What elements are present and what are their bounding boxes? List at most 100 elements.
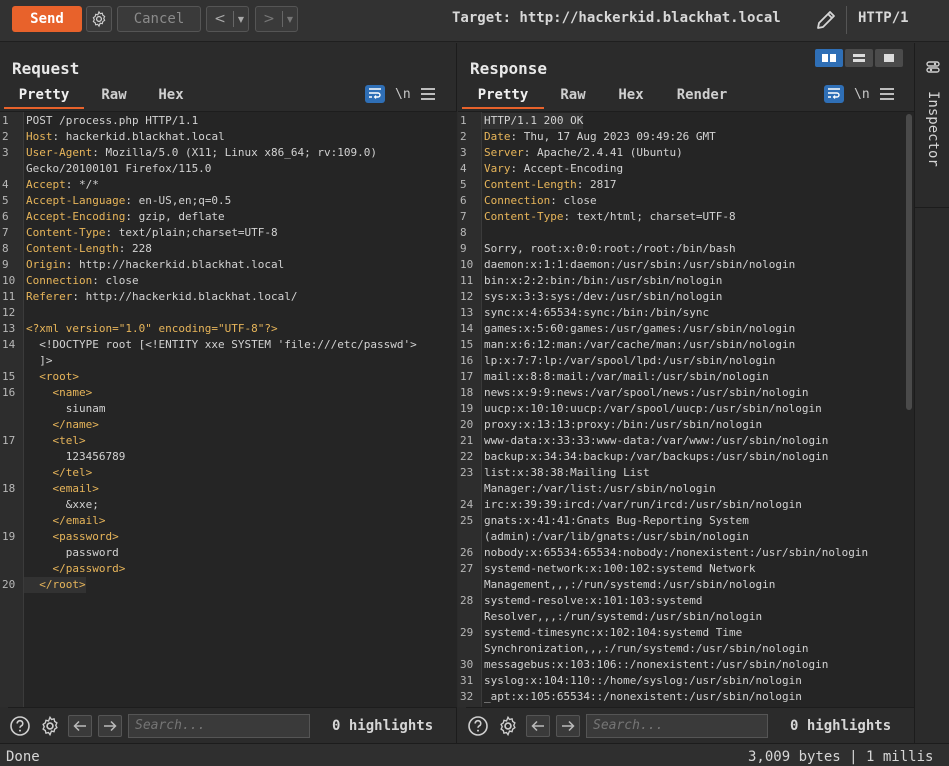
code-line: 123456789 (0, 449, 457, 465)
search-input[interactable] (128, 713, 310, 738)
line-value: <name> (26, 386, 93, 399)
line-text: uucp:x:10:10:uucp:/var/spool/uucp:/usr/s… (482, 401, 822, 417)
line-number: 3 (460, 146, 467, 159)
response-editor[interactable]: 1 HTTP/1.1 200 OK 2 Date: Thu, 17 Aug 2023 … (458, 111, 914, 707)
show-newlines-button[interactable]: \n (854, 87, 870, 102)
line-value: systemd-timesync:x:102:104:systemd Time (484, 626, 743, 639)
code-line: 17 <tel> (0, 433, 457, 449)
line-number: 3 (2, 146, 9, 159)
header-name: Vary (484, 162, 511, 175)
code-line: 19 <password> (0, 529, 457, 545)
code-line: 24 irc:x:39:39:ircd:/var/run/ircd:/usr/sb… (458, 497, 914, 513)
line-value: lp:x:7:7:lp:/var/spool/lpd:/usr/sbin/nol… (484, 354, 776, 367)
line-text: Server: Apache/2.4.41 (Ubuntu) (482, 145, 683, 161)
help-icon[interactable] (466, 714, 490, 738)
code-line: 4 Vary: Accept-Encoding (458, 161, 914, 177)
layout-tabs-button[interactable] (875, 49, 903, 67)
line-text: Vary: Accept-Encoding (482, 161, 623, 177)
line-text: Content-Length: 228 (24, 241, 152, 257)
menu-icon[interactable] (420, 88, 435, 100)
line-value: uucp:x:10:10:uucp:/var/spool/uucp:/usr/s… (484, 402, 822, 415)
pencil-icon[interactable] (814, 8, 838, 32)
word-wrap-button[interactable] (365, 85, 385, 103)
search-input[interactable] (586, 713, 768, 738)
request-view-tools: \n (365, 85, 435, 103)
code-line: &xxe; (0, 497, 457, 513)
line-number: 9 (460, 242, 467, 255)
tab-render[interactable]: Render (660, 83, 744, 109)
panel-title: Request (12, 59, 80, 78)
menu-icon[interactable] (879, 88, 894, 100)
line-text: Content-Length: 2817 (482, 177, 616, 193)
line-value: : http://hackerkid.blackhat.local/ (72, 290, 298, 303)
code-line: 15 man:x:6:12:man:/var/cache/man:/usr/sbi… (458, 337, 914, 353)
back-arrow-label: < (207, 11, 234, 27)
line-text: sync:x:4:65534:sync:/bin:/bin/sync (482, 305, 709, 321)
settings-button[interactable] (86, 6, 112, 32)
code-line: 27 systemd-network:x:100:102:systemd Netw… (458, 561, 914, 577)
code-line: 20 proxy:x:13:13:proxy:/bin:/usr/sbin/nol… (458, 417, 914, 433)
line-text: ]> (24, 353, 52, 369)
tab-hex[interactable]: Hex (602, 83, 660, 109)
http-version-selector[interactable]: HTTP/1 (858, 10, 909, 26)
tab-pretty[interactable]: Pretty (462, 83, 544, 109)
next-match-button[interactable] (98, 714, 122, 737)
response-panel: Response Pretty Raw Hex Render \n 1 HTTP/… (458, 43, 914, 743)
line-text: backup:x:34:34:backup:/var/backups:/usr/… (482, 449, 828, 465)
show-newlines-button[interactable]: \n (395, 87, 411, 102)
chevron-down-icon[interactable]: ▼ (283, 15, 297, 24)
vertical-scrollbar[interactable] (906, 114, 912, 410)
code-line: 17 mail:x:8:8:mail:/var/mail:/usr/sbin/no… (458, 369, 914, 385)
line-number: 16 (460, 354, 474, 367)
history-forward-button[interactable]: > ▼ (255, 6, 298, 32)
line-value: _apt:x:105:65534::/nonexistent:/usr/sbin… (484, 690, 802, 703)
line-value: : http://hackerkid.blackhat.local (65, 258, 285, 271)
line-text (24, 305, 26, 321)
line-value: siunam (26, 402, 106, 415)
tab-raw[interactable]: Raw (544, 83, 602, 109)
line-value: : */* (65, 178, 99, 191)
code-line: 22 backup:x:34:34:backup:/var/backups:/us… (458, 449, 914, 465)
tab-raw[interactable]: Raw (84, 83, 144, 109)
request-tabs: Pretty Raw Hex (4, 83, 198, 109)
word-wrap-button[interactable] (824, 85, 844, 103)
line-text: <password> (24, 529, 118, 545)
layout-stacked-button[interactable] (845, 49, 873, 67)
tab-pretty[interactable]: Pretty (4, 83, 84, 109)
line-text: password (24, 545, 119, 561)
layout-side-by-side-button[interactable] (815, 49, 843, 67)
code-line: 1 HTTP/1.1 200 OK (458, 113, 914, 129)
chevron-down-icon[interactable]: ▼ (234, 15, 248, 24)
history-back-button[interactable]: < ▼ (206, 6, 249, 32)
line-text: POST /process.php HTTP/1.1 (24, 113, 198, 129)
code-line: 15 <root> (0, 369, 457, 385)
request-editor[interactable]: 1 POST /process.php HTTP/1.1 2 Host: hacker… (0, 111, 457, 707)
line-value: man:x:6:12:man:/var/cache/man:/usr/sbin/… (484, 338, 796, 351)
line-text: _apt:x:105:65534::/nonexistent:/usr/sbin… (482, 689, 802, 705)
inspector-label[interactable]: Inspector (925, 91, 941, 167)
line-text: Origin: http://hackerkid.blackhat.local (24, 257, 284, 273)
line-value: </password> (26, 562, 126, 575)
inspector-sidebar[interactable]: Inspector (914, 43, 949, 743)
line-number (0, 561, 24, 577)
response-view-tools: \n (824, 85, 894, 103)
gear-icon[interactable] (38, 714, 62, 738)
prev-match-button[interactable] (526, 714, 550, 737)
prev-match-button[interactable] (68, 714, 92, 737)
send-button[interactable]: Send (12, 6, 82, 32)
cancel-button[interactable]: Cancel (117, 6, 201, 32)
line-number: 22 (460, 450, 474, 463)
inspector-icon (926, 61, 940, 73)
next-match-button[interactable] (556, 714, 580, 737)
help-icon[interactable] (8, 714, 32, 738)
code-line: 16 <name> (0, 385, 457, 401)
code-line: 14 <!DOCTYPE root [<!ENTITY xxe SYSTEM '… (0, 337, 457, 353)
line-number (0, 401, 24, 417)
line-text: systemd-resolve:x:101:103:systemd (482, 593, 703, 609)
line-text: irc:x:39:39:ircd:/var/run/ircd:/usr/sbin… (482, 497, 802, 513)
tab-hex[interactable]: Hex (144, 83, 198, 109)
line-text: Management,,,:/run/systemd:/usr/sbin/nol… (482, 577, 775, 593)
line-text: systemd-timesync:x:102:104:systemd Time (482, 625, 742, 641)
code-line: 12 (0, 305, 457, 321)
gear-icon[interactable] (496, 714, 520, 738)
